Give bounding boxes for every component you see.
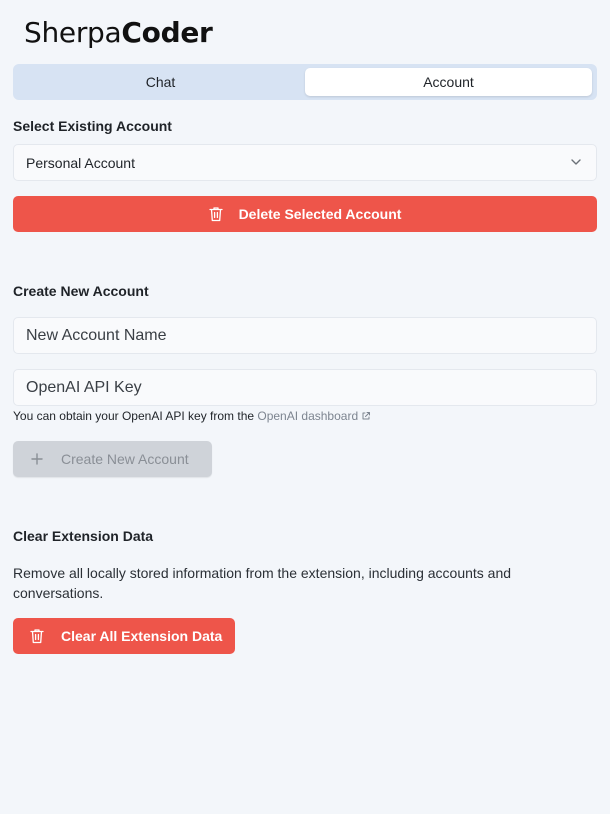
account-select-value: Personal Account xyxy=(26,154,135,171)
app-logo: SherpaCoder xyxy=(24,15,213,51)
clear-data-description: Remove all locally stored information fr… xyxy=(13,565,512,601)
clear-data-button[interactable]: Clear All Extension Data xyxy=(13,618,235,654)
api-key-hint: You can obtain your OpenAI API key from … xyxy=(13,409,371,423)
delete-account-label: Delete Selected Account xyxy=(238,206,402,222)
trash-icon xyxy=(208,207,223,222)
external-link-icon xyxy=(362,412,371,420)
trash-icon xyxy=(30,629,44,644)
tab-account[interactable]: Account xyxy=(305,68,592,96)
account-select[interactable]: Personal Account xyxy=(13,144,597,181)
delete-account-button[interactable]: Delete Selected Account xyxy=(13,196,597,232)
openai-dashboard-link-label: OpenAI dashboard xyxy=(257,409,359,423)
api-key-hint-text: You can obtain your OpenAI API key from … xyxy=(13,409,258,423)
tab-chat[interactable]: Chat xyxy=(17,68,304,96)
logo-text-bold: Coder xyxy=(121,16,213,49)
create-account-label: Create New Account xyxy=(61,451,189,467)
create-account-button[interactable]: Create New Account xyxy=(13,441,212,477)
logo-text-light: Sherpa xyxy=(24,16,122,49)
clear-data-label: Clear All Extension Data xyxy=(61,628,223,644)
account-name-input[interactable] xyxy=(13,317,597,354)
openai-dashboard-link[interactable]: OpenAI dashboard xyxy=(257,409,371,423)
tab-bar: Chat Account xyxy=(13,64,597,100)
clear-data-heading: Clear Extension Data xyxy=(13,528,154,544)
chevron-down-icon xyxy=(571,159,581,165)
api-key-input[interactable] xyxy=(13,369,597,406)
plus-icon xyxy=(31,453,43,465)
select-account-heading: Select Existing Account xyxy=(13,118,172,134)
create-account-heading: Create New Account xyxy=(13,283,149,299)
